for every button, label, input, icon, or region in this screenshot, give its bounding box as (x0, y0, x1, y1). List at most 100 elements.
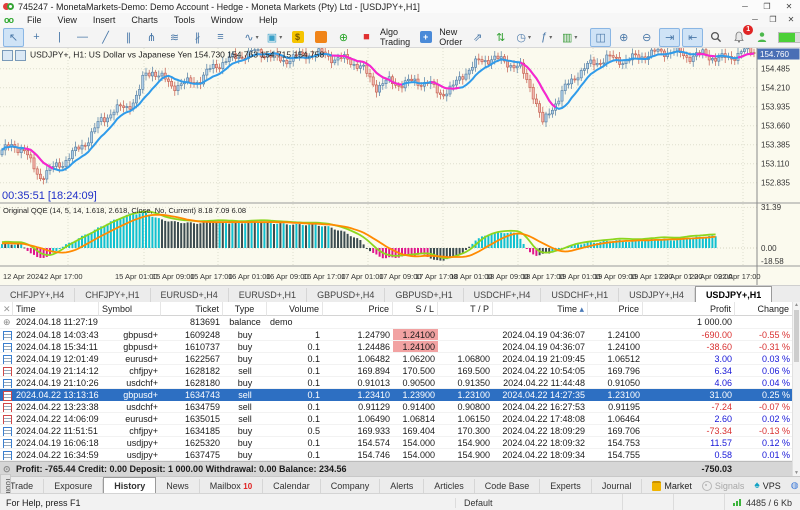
algo-trading-icon[interactable]: ■ (356, 28, 377, 47)
chart-tab-chfjpy-h4[interactable]: CHFJPY+,H4 (0, 288, 75, 303)
tab-company[interactable]: Company (321, 479, 381, 494)
tab-code-base[interactable]: Code Base (475, 479, 541, 494)
tester-button[interactable]: ◍Tester (791, 480, 800, 491)
chart-tab-usdchf-h1[interactable]: USDCHF+,H1 (541, 288, 619, 303)
new-order-icon[interactable]: + (415, 28, 436, 47)
scrollbar-thumb[interactable] (794, 310, 799, 362)
chart-tab-gbpusd-h4[interactable]: GBPUSD+,H4 (307, 288, 385, 303)
titlebar-close-button[interactable]: ✕ (778, 0, 800, 13)
objects-list-icon[interactable]: ▣▾ (264, 28, 285, 47)
col-header-price[interactable]: Price (588, 302, 643, 316)
parallel-lines-tool-icon[interactable]: ∦ (187, 28, 208, 47)
col-header-time-close[interactable]: Time ▴ (493, 302, 588, 316)
titlebar-minimize-button[interactable]: ─ (734, 0, 756, 13)
chart-window-icons[interactable] (2, 50, 28, 61)
fibonacci-tool-icon[interactable]: ≋ (164, 28, 185, 47)
history-row[interactable]: 2024.04.22 13:23:38usdchf+1634759sell0.1… (0, 401, 793, 413)
crosshair-tool-icon[interactable]: + (26, 28, 47, 47)
menu-tools[interactable]: Tools (166, 13, 203, 27)
history-row[interactable]: 2024.04.22 13:13:16gbpusd+1634743sell0.1… (0, 389, 793, 401)
tab-articles[interactable]: Articles (424, 479, 475, 494)
table-scrollbar[interactable]: ▲▼ (792, 302, 800, 476)
history-row[interactable]: 2024.04.22 14:06:09eurusd+1635015sell0.1… (0, 413, 793, 425)
col-header-t-p[interactable]: T / P (438, 302, 493, 316)
tab-journal[interactable]: Journal (592, 479, 643, 494)
menu-charts[interactable]: Charts (123, 13, 166, 27)
menu-file[interactable]: File (19, 13, 50, 27)
zoom-in-icon[interactable]: ⊕ (613, 28, 634, 47)
col-header-profit[interactable]: Profit (643, 302, 735, 316)
tab-mailbox[interactable]: Mailbox 10 (200, 479, 263, 494)
chart-tab-eurusd-h4[interactable]: EURUSD+,H4 (151, 288, 229, 303)
menu-insert[interactable]: Insert (85, 13, 124, 27)
chart-restore-icon[interactable] (15, 50, 26, 61)
history-row[interactable]: 2024.04.22 16:34:59usdjpy+1637475buy0.11… (0, 449, 793, 461)
horizontal-line-tool-icon[interactable]: — (72, 28, 93, 47)
tab-news[interactable]: News (156, 479, 200, 494)
signals-button[interactable]: Signals (702, 481, 745, 491)
col-header-time[interactable]: Time (13, 302, 99, 316)
child-close-button[interactable]: ✕ (782, 13, 800, 27)
chart-tab-eurusd-h1[interactable]: EURUSD+,H1 (229, 288, 307, 303)
chart-tab-usdjpy-h1[interactable]: USDJPY+,H1 (695, 286, 772, 303)
chart-tab-chfjpy-h1[interactable]: CHFJPY+,H1 (75, 288, 150, 303)
cursor-tool-icon[interactable]: ↖ (3, 28, 24, 47)
web-terminal-icon[interactable]: ⊕ (333, 28, 354, 47)
tab-calendar[interactable]: Calendar (263, 479, 321, 494)
channel-tool-icon[interactable]: ∥ (118, 28, 139, 47)
tab-exposure[interactable]: Exposure (44, 479, 103, 494)
vps-button[interactable]: ♠VPS (754, 480, 780, 491)
buy-sell-arrows-icon[interactable]: ⇅ (490, 28, 511, 47)
history-row[interactable]: 2024.04.19 12:01:49eurusd+1622567buy0.11… (0, 353, 793, 365)
pitchfork-tool-icon[interactable]: ⋔ (141, 28, 162, 47)
col-header-symbol[interactable]: Symbol (99, 302, 161, 316)
col-header-s-l[interactable]: S / L (393, 302, 438, 316)
col-header-ticket[interactable]: Ticket (161, 302, 223, 316)
status-profile[interactable]: Default (456, 494, 623, 510)
market-watch-icon[interactable]: $ (287, 28, 308, 47)
new-order-label[interactable]: New Order (439, 27, 462, 47)
history-row[interactable]: 2024.04.19 21:14:12chfjpy+1628182sell0.1… (0, 365, 793, 377)
menu-view[interactable]: View (50, 13, 85, 27)
chart-panel[interactable]: USDJPY+, H1: US Dollar vs Japanese Yen 1… (0, 48, 800, 285)
titlebar-restore-button[interactable]: ❐ (756, 0, 778, 13)
col-header-volume[interactable]: Volume (267, 302, 323, 316)
tab-experts[interactable]: Experts (540, 479, 592, 494)
chart-tab-gbpusd-h1[interactable]: GBPUSD+,H1 (385, 288, 463, 303)
toolbox-close-icon[interactable]: ✕ (0, 302, 13, 316)
timeframes-icon[interactable]: ◷▾ (513, 28, 534, 47)
col-header-change[interactable]: Change (735, 302, 793, 316)
notifications-bell-icon[interactable]: 1 (728, 28, 749, 47)
history-row[interactable]: 2024.04.19 16:06:18usdjpy+1625320buy0.11… (0, 437, 793, 449)
history-row[interactable]: 2024.04.18 14:03:43gbpusd+1609248buy11.2… (0, 329, 793, 341)
col-header-price[interactable]: Price (323, 302, 393, 316)
history-row[interactable]: 2024.04.18 15:34:11gbpusd+1610737buy0.11… (0, 341, 793, 353)
trendline-tool-icon[interactable]: ╱ (95, 28, 116, 47)
community-user-icon[interactable] (751, 28, 772, 47)
line-studies-icon[interactable]: ∿▾ (241, 28, 262, 47)
tab-alerts[interactable]: Alerts (380, 479, 424, 494)
crosshair-mode-icon[interactable]: ⇗ (467, 28, 488, 47)
col-header-type[interactable]: Type (223, 302, 267, 316)
chart-tab-usdchf-h4[interactable]: USDCHF+,H4 (464, 288, 542, 303)
zoom-out-icon[interactable]: ⊖ (636, 28, 657, 47)
market-bag-icon[interactable] (310, 28, 331, 47)
shift-end-icon[interactable]: ⇥ (659, 28, 680, 47)
history-row[interactable]: 2024.04.22 11:51:51chfjpy+1634185buy0.51… (0, 425, 793, 437)
balance-row[interactable]: ⊕2024.04.18 11:27:19813691balancedemo1 0… (0, 316, 793, 329)
history-row[interactable]: 2024.04.19 21:10:26usdchf+1628180buy0.10… (0, 377, 793, 389)
menu-window[interactable]: Window (203, 13, 251, 27)
chart-menu-icon[interactable] (2, 50, 13, 61)
auto-scroll-icon[interactable]: ⇤ (682, 28, 703, 47)
algo-trading-label[interactable]: Algo Trading (380, 27, 410, 47)
menu-help[interactable]: Help (251, 13, 286, 27)
chart-canvas[interactable]: USDJPY+, H1: US Dollar vs Japanese Yen 1… (0, 48, 800, 285)
market-button[interactable]: Market (652, 481, 692, 491)
chart-tab-usdjpy-h4[interactable]: USDJPY+,H4 (619, 288, 695, 303)
cycle-lines-tool-icon[interactable]: ≡ (210, 28, 231, 47)
vertical-line-tool-icon[interactable]: | (49, 28, 70, 47)
candlestick-chart-icon[interactable]: ◫ (590, 28, 611, 47)
child-restore-button[interactable]: ❐ (764, 13, 782, 27)
tab-history[interactable]: History (103, 477, 156, 494)
indicators-icon[interactable]: ƒ▾ (536, 28, 557, 47)
